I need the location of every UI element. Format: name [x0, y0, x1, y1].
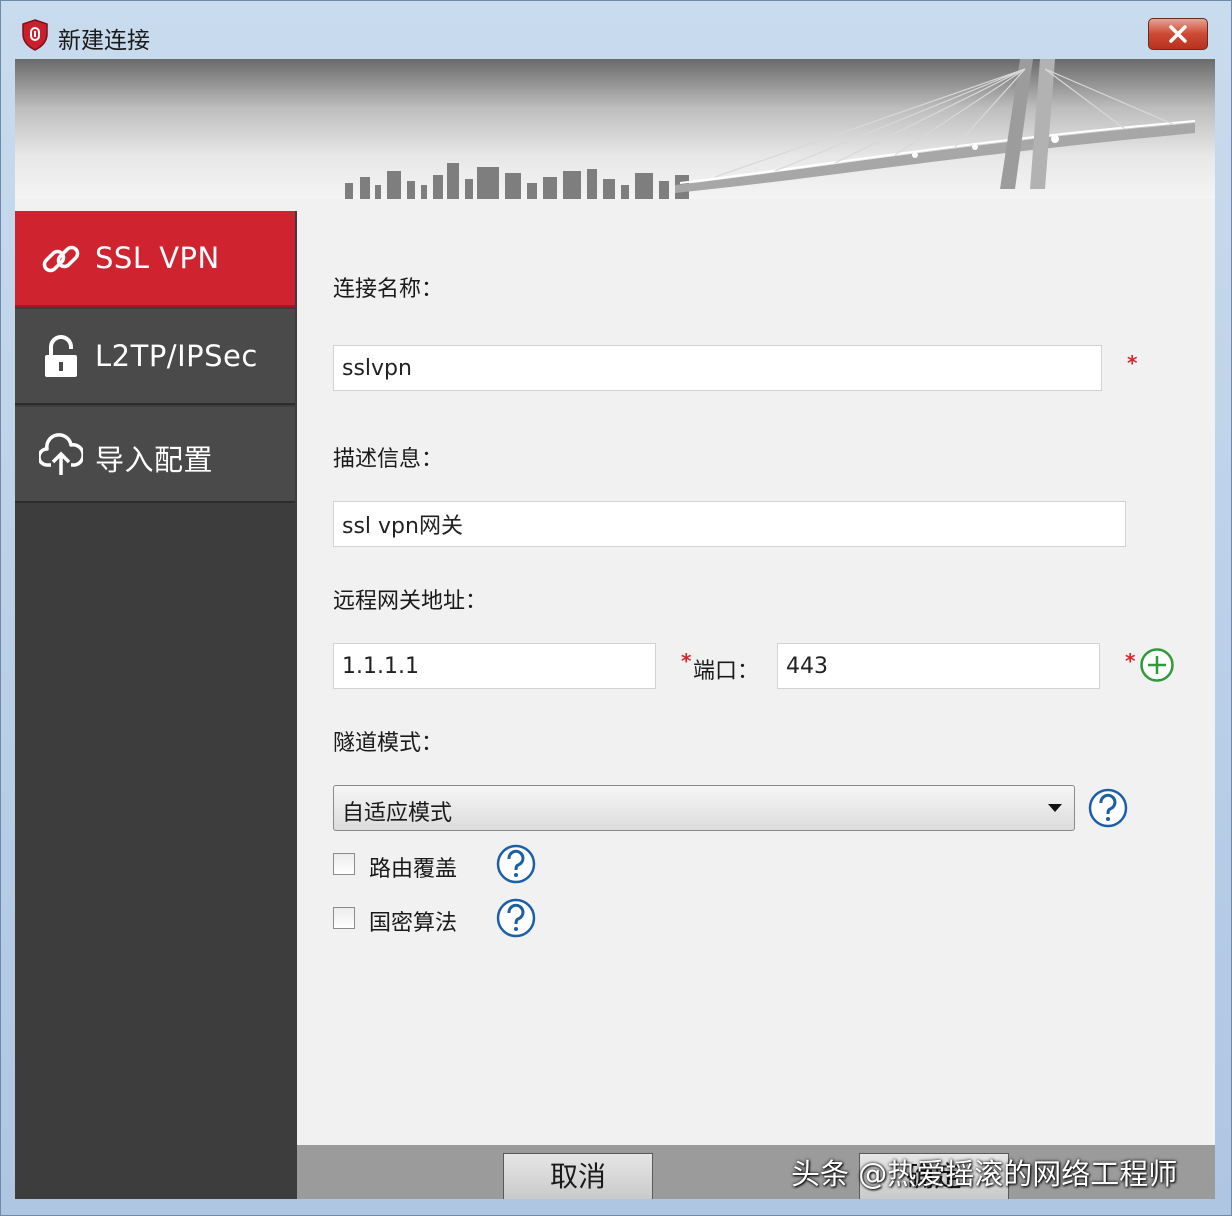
watermark-text: 头条 @热爱摇滚的网络工程师 — [791, 1157, 1178, 1191]
route-override-label: 路由覆盖 — [369, 857, 458, 882]
sidebar-item-label: 导入配置 — [95, 443, 214, 477]
sidebar-item-label: SSL VPN — [95, 241, 220, 275]
sidebar-item-label: L2TP/IPSec — [95, 339, 258, 373]
sm-algorithm-label: 国密算法 — [369, 911, 458, 936]
gateway-address-label: 远程网关地址： — [333, 589, 488, 614]
connection-name-label: 连接名称： — [333, 277, 444, 302]
sidebar-item-ssl-vpn[interactable]: SSL VPN — [15, 211, 295, 307]
required-mark: * — [681, 649, 692, 673]
close-icon — [1169, 25, 1187, 43]
description-input[interactable] — [333, 501, 1126, 547]
title-bar[interactable]: 新建连接 — [1, 1, 1231, 59]
shield-icon — [22, 19, 48, 51]
sm-algorithm-checkbox[interactable] — [333, 907, 355, 929]
add-gateway-icon[interactable] — [1139, 647, 1175, 683]
required-mark: * — [1127, 351, 1138, 375]
sidebar: SSL VPN L2TP/IPSec 导入配置 — [15, 211, 297, 1199]
cloud-upload-icon — [39, 433, 83, 475]
required-mark: * — [1125, 649, 1136, 673]
sidebar-item-import-config[interactable]: 导入配置 — [15, 407, 295, 503]
tunnel-mode-select[interactable]: 自适应模式 — [333, 785, 1075, 831]
description-label: 描述信息： — [333, 447, 444, 472]
dialog-window: 新建连接 SSL VPN L2TP/IPSec 导入配置 连接名称： sslvp… — [0, 0, 1232, 1216]
port-input[interactable] — [777, 643, 1100, 689]
chevron-down-icon — [1048, 804, 1062, 812]
sidebar-item-l2tp-ipsec[interactable]: L2TP/IPSec — [15, 309, 295, 405]
route-override-help-icon[interactable] — [495, 843, 537, 885]
banner-image — [15, 59, 1215, 199]
city-bridge-illustration — [345, 59, 1196, 199]
unlock-icon — [45, 335, 77, 377]
cancel-button[interactable]: 取消 — [503, 1153, 653, 1199]
link-icon — [42, 245, 80, 273]
connection-name-input[interactable] — [333, 345, 1102, 391]
close-button[interactable] — [1148, 18, 1208, 50]
tunnel-mode-value: 自适应模式 — [342, 801, 453, 826]
tunnel-mode-label: 隧道模式： — [333, 731, 444, 756]
route-override-checkbox[interactable] — [333, 853, 355, 875]
connection-form: 连接名称： * 描述信息： 远程网关地址： * 端口： * 隧道模式： 自适应模… — [297, 211, 1215, 1141]
sm-algorithm-help-icon[interactable] — [495, 897, 537, 939]
port-label: 端口： — [693, 659, 760, 684]
window-title: 新建连接 — [58, 28, 150, 54]
tunnel-mode-help-icon[interactable] — [1087, 787, 1129, 829]
gateway-address-input[interactable] — [333, 643, 656, 689]
dialog-client: SSL VPN L2TP/IPSec 导入配置 连接名称： sslvpn * 描… — [15, 59, 1215, 1199]
